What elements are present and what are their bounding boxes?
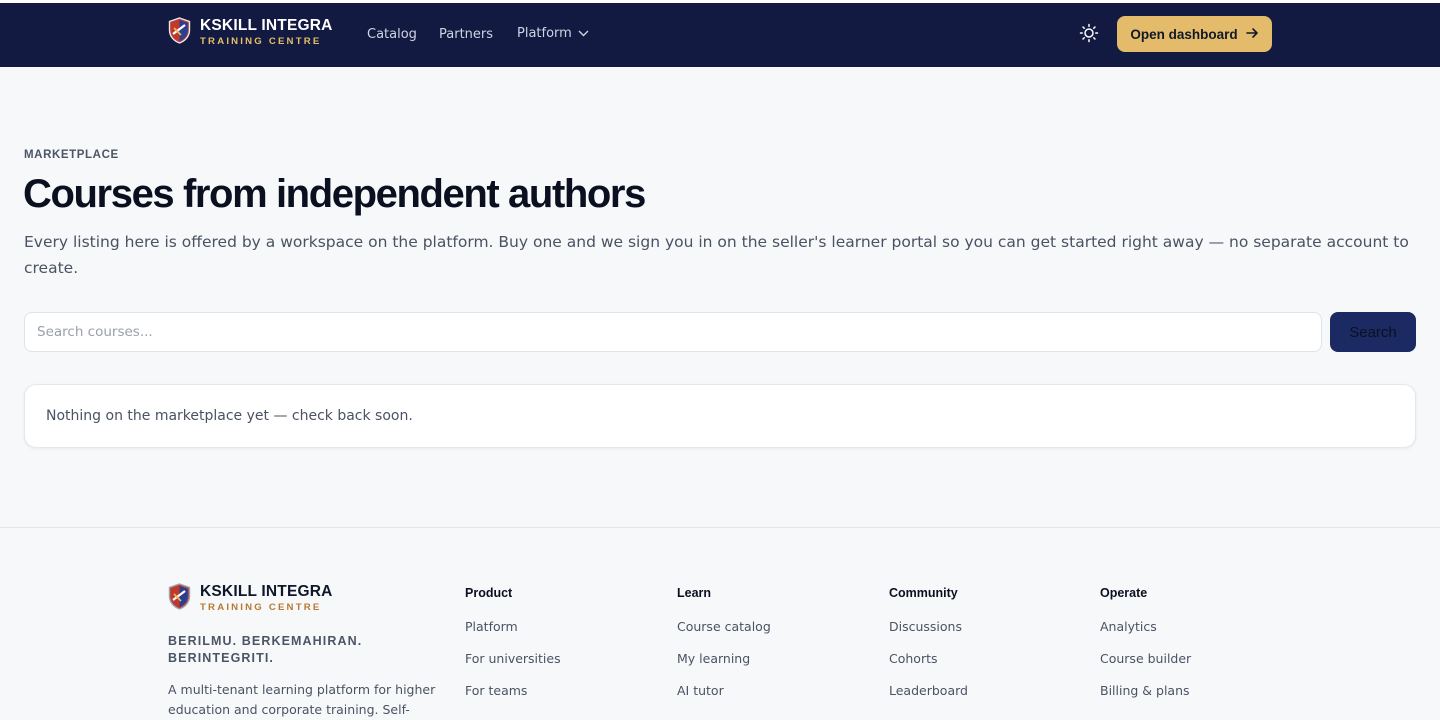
brand-name: KSKILL INTEGRA [200, 17, 333, 35]
footer-column-product: Product Platform For universities For te… [465, 586, 561, 715]
footer-brand-name: KSKILL INTEGRA [200, 583, 333, 601]
empty-state-card: Nothing on the marketplace yet — check b… [24, 384, 1416, 448]
theme-toggle-button[interactable] [1078, 23, 1100, 45]
shield-logo-icon [168, 583, 191, 614]
arrow-right-icon [1245, 27, 1259, 42]
shield-logo-icon [168, 17, 191, 48]
footer-column-heading: Learn [677, 586, 712, 600]
section-eyebrow: MARKETPLACE [24, 149, 119, 161]
footer-link-my-learning[interactable]: My learning [677, 651, 750, 666]
open-dashboard-button[interactable]: Open dashboard [1117, 16, 1272, 52]
nav-partners[interactable]: Partners [439, 27, 493, 42]
brand-subtitle: TRAINING CENTRE [200, 35, 322, 47]
footer-link-billing-plans[interactable]: Billing & plans [1100, 683, 1190, 698]
footer-column-heading: Product [465, 586, 513, 600]
footer-brand-logo-link[interactable]: KSKILL INTEGRA TRAINING CENTRE [168, 583, 333, 614]
footer-column-community: Community Discussions Cohorts Leaderboar… [889, 586, 968, 715]
page-description: Every listing here is offered by a works… [24, 233, 1409, 277]
sun-icon [1079, 23, 1099, 46]
open-dashboard-label: Open dashboard [1130, 26, 1238, 42]
footer-tagline: BERILMU. BERKEMAHIRAN. BERINTEGRITI. [168, 634, 363, 665]
footer-column-learn: Learn Course catalog My learning AI tuto… [677, 586, 771, 715]
brand-logo-link[interactable]: KSKILL INTEGRA TRAINING CENTRE [168, 17, 333, 48]
search-input[interactable] [24, 312, 1322, 352]
footer-link-for-universities[interactable]: For universities [465, 651, 561, 666]
empty-state-message: Nothing on the marketplace yet — check b… [46, 408, 413, 424]
footer-link-ai-tutor[interactable]: AI tutor [677, 683, 724, 698]
footer-link-for-teams[interactable]: For teams [465, 683, 527, 698]
nav-platform-dropdown[interactable]: Platform [517, 26, 589, 41]
footer-brand-subtitle: TRAINING CENTRE [200, 601, 322, 613]
footer-link-leaderboard[interactable]: Leaderboard [889, 683, 968, 698]
nav-platform-label: Platform [517, 26, 572, 41]
footer-link-platform[interactable]: Platform [465, 619, 518, 634]
footer-column-operate: Operate Analytics Course builder Billing… [1100, 586, 1191, 715]
footer-link-course-builder[interactable]: Course builder [1100, 651, 1191, 666]
footer-link-discussions[interactable]: Discussions [889, 619, 962, 634]
chevron-down-icon [578, 26, 589, 41]
nav-catalog[interactable]: Catalog [367, 27, 417, 42]
footer-description: A multi-tenant learning platform for hig… [168, 682, 436, 717]
footer-divider [0, 527, 1440, 528]
footer-link-course-catalog[interactable]: Course catalog [677, 619, 771, 634]
footer-link-cohorts[interactable]: Cohorts [889, 651, 938, 666]
footer-column-heading: Operate [1100, 586, 1148, 600]
page-title: Courses from independent authors [23, 172, 646, 216]
search-button[interactable]: Search [1330, 312, 1416, 352]
footer-column-heading: Community [889, 586, 958, 600]
footer-link-analytics[interactable]: Analytics [1100, 619, 1157, 634]
